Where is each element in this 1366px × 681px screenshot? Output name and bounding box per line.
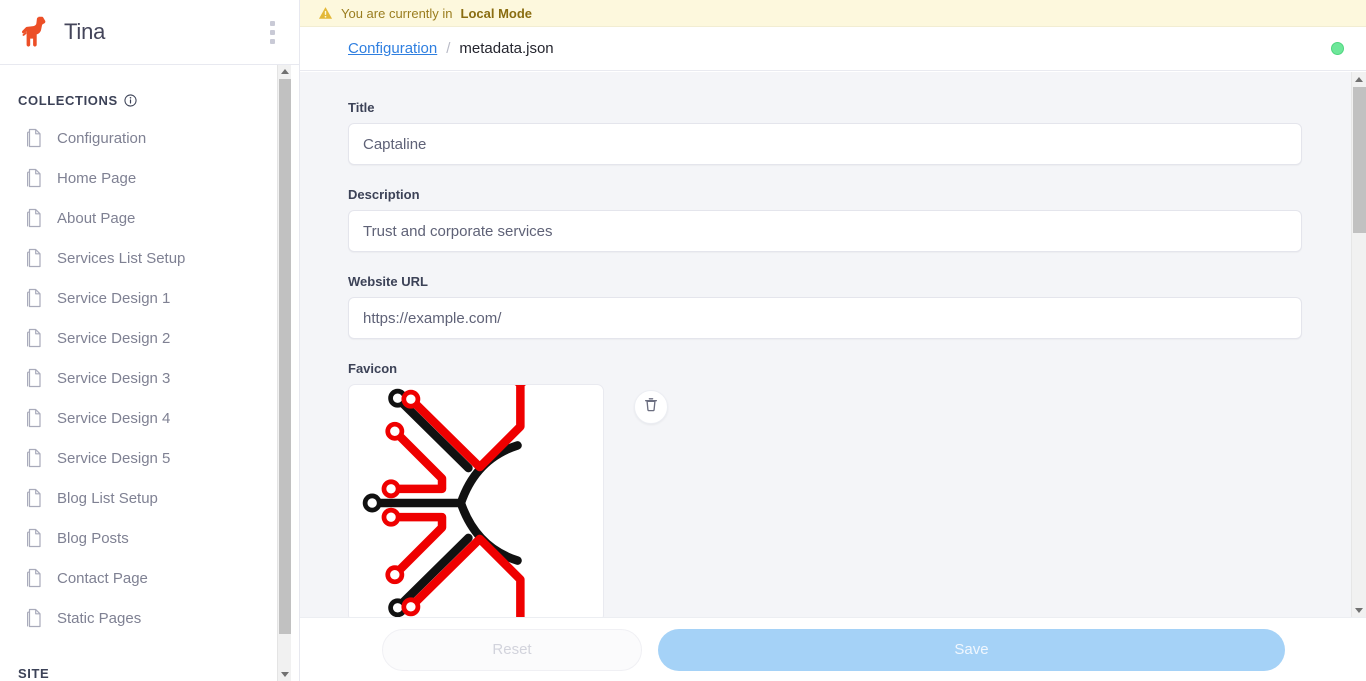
status-badge bbox=[1331, 42, 1344, 55]
form-actions: Reset Save bbox=[300, 617, 1366, 681]
save-button[interactable]: Save bbox=[658, 628, 1285, 671]
favicon-row bbox=[348, 384, 1303, 617]
sidebar-item-contact-page[interactable]: Contact Page bbox=[0, 558, 292, 598]
favicon-preview[interactable] bbox=[348, 384, 604, 617]
website-url-input[interactable] bbox=[348, 297, 1302, 339]
kebab-menu-icon[interactable] bbox=[261, 17, 283, 47]
site-section-header: SITE bbox=[0, 638, 292, 681]
warning-triangle-icon bbox=[318, 6, 333, 20]
document-icon bbox=[26, 168, 45, 189]
llama-icon bbox=[20, 15, 50, 49]
document-icon bbox=[26, 448, 45, 469]
sidebar-item-blog-posts[interactable]: Blog Posts bbox=[0, 518, 292, 558]
scroll-down-arrow-icon[interactable] bbox=[1352, 603, 1366, 617]
scroll-up-arrow-icon[interactable] bbox=[278, 65, 291, 78]
field-label: Description bbox=[348, 187, 420, 202]
breadcrumb-current: metadata.json bbox=[459, 40, 554, 57]
sidebar-item-label: Blog Posts bbox=[57, 529, 129, 547]
sidebar-item-service-design-2[interactable]: Service Design 2 bbox=[0, 318, 292, 358]
field-description: Description bbox=[348, 187, 1303, 252]
sidebar-item-service-design-5[interactable]: Service Design 5 bbox=[0, 438, 292, 478]
document-icon bbox=[26, 248, 45, 269]
document-icon bbox=[26, 568, 45, 589]
trash-icon bbox=[643, 396, 659, 418]
document-icon bbox=[26, 208, 45, 229]
field-favicon: Favicon bbox=[348, 361, 1303, 617]
field-website-url: Website URL bbox=[348, 274, 1303, 339]
sidebar-nav: COLLECTIONS Configuration Home Page Abou… bbox=[0, 65, 292, 681]
collections-list: Configuration Home Page About Page Servi… bbox=[0, 118, 292, 638]
form-scroll-area: Title Description Website URL Favicon bbox=[300, 72, 1352, 617]
sidebar-scrollbar-thumb[interactable] bbox=[279, 79, 291, 634]
document-icon bbox=[26, 328, 45, 349]
site-label: SITE bbox=[18, 666, 50, 681]
sidebar-item-label: Static Pages bbox=[57, 609, 142, 627]
document-icon bbox=[26, 368, 45, 389]
sidebar-item-label: Services List Setup bbox=[57, 249, 186, 267]
field-title: Title bbox=[348, 100, 1303, 165]
breadcrumb-separator: / bbox=[446, 40, 451, 57]
sidebar-item-service-design-4[interactable]: Service Design 4 bbox=[0, 398, 292, 438]
collections-section-header: COLLECTIONS bbox=[0, 65, 292, 118]
breadcrumb-parent-link[interactable]: Configuration bbox=[348, 40, 437, 57]
field-label: Website URL bbox=[348, 274, 428, 289]
main-content: You are currently in Local Mode Configur… bbox=[300, 0, 1366, 681]
brand-title: Tina bbox=[64, 19, 106, 44]
scroll-up-arrow-icon[interactable] bbox=[1352, 72, 1366, 86]
sidebar-item-label: Service Design 5 bbox=[57, 449, 171, 467]
document-icon bbox=[26, 528, 45, 549]
sidebar-scrollbar[interactable] bbox=[277, 65, 291, 681]
sidebar-item-static-pages[interactable]: Static Pages bbox=[0, 598, 292, 638]
sidebar-item-label: Service Design 4 bbox=[57, 409, 171, 427]
field-label: Title bbox=[348, 100, 375, 115]
sidebar-item-label: Service Design 3 bbox=[57, 369, 171, 387]
tina-cms-app: Tina COLLECTIONS Configuration Home Page… bbox=[0, 0, 1366, 681]
document-icon bbox=[26, 288, 45, 309]
sidebar-item-about-page[interactable]: About Page bbox=[0, 198, 292, 238]
document-icon bbox=[26, 488, 45, 509]
sidebar-item-services-list-setup[interactable]: Services List Setup bbox=[0, 238, 292, 278]
description-input[interactable] bbox=[348, 210, 1302, 252]
main-scrollbar[interactable] bbox=[1351, 72, 1366, 617]
sidebar-item-label: About Page bbox=[57, 209, 136, 227]
sidebar-item-label: Service Design 1 bbox=[57, 289, 171, 307]
metadata-form: Title Description Website URL Favicon bbox=[300, 72, 1351, 617]
title-input[interactable] bbox=[348, 123, 1302, 165]
breadcrumb: Configuration / metadata.json bbox=[300, 27, 1366, 71]
info-circle-icon[interactable] bbox=[124, 94, 137, 107]
sidebar: Tina COLLECTIONS Configuration Home Page… bbox=[0, 0, 300, 681]
document-icon bbox=[26, 128, 45, 149]
sidebar-item-blog-list-setup[interactable]: Blog List Setup bbox=[0, 478, 292, 518]
sidebar-header: Tina bbox=[0, 0, 299, 65]
local-mode-banner: You are currently in Local Mode bbox=[300, 0, 1366, 27]
document-icon bbox=[26, 408, 45, 429]
sidebar-item-label: Contact Page bbox=[57, 569, 148, 587]
sidebar-item-service-design-3[interactable]: Service Design 3 bbox=[0, 358, 292, 398]
sidebar-item-label: Configuration bbox=[57, 129, 147, 147]
scroll-down-arrow-icon[interactable] bbox=[278, 668, 291, 681]
delete-favicon-button[interactable] bbox=[634, 390, 668, 424]
sidebar-scroll-area: COLLECTIONS Configuration Home Page Abou… bbox=[0, 65, 292, 681]
sidebar-item-configuration[interactable]: Configuration bbox=[0, 118, 292, 158]
sidebar-item-label: Blog List Setup bbox=[57, 489, 158, 507]
sidebar-item-service-design-1[interactable]: Service Design 1 bbox=[0, 278, 292, 318]
banner-mode: Local Mode bbox=[460, 5, 533, 21]
sidebar-item-label: Service Design 2 bbox=[57, 329, 171, 347]
main-scrollbar-thumb[interactable] bbox=[1353, 87, 1366, 233]
reset-button[interactable]: Reset bbox=[382, 628, 642, 671]
document-icon bbox=[26, 608, 45, 629]
collections-label: COLLECTIONS bbox=[18, 93, 118, 108]
field-label: Favicon bbox=[348, 361, 398, 376]
sidebar-item-home-page[interactable]: Home Page bbox=[0, 158, 292, 198]
sidebar-item-label: Home Page bbox=[57, 169, 137, 187]
banner-text: You are currently in bbox=[341, 5, 453, 21]
